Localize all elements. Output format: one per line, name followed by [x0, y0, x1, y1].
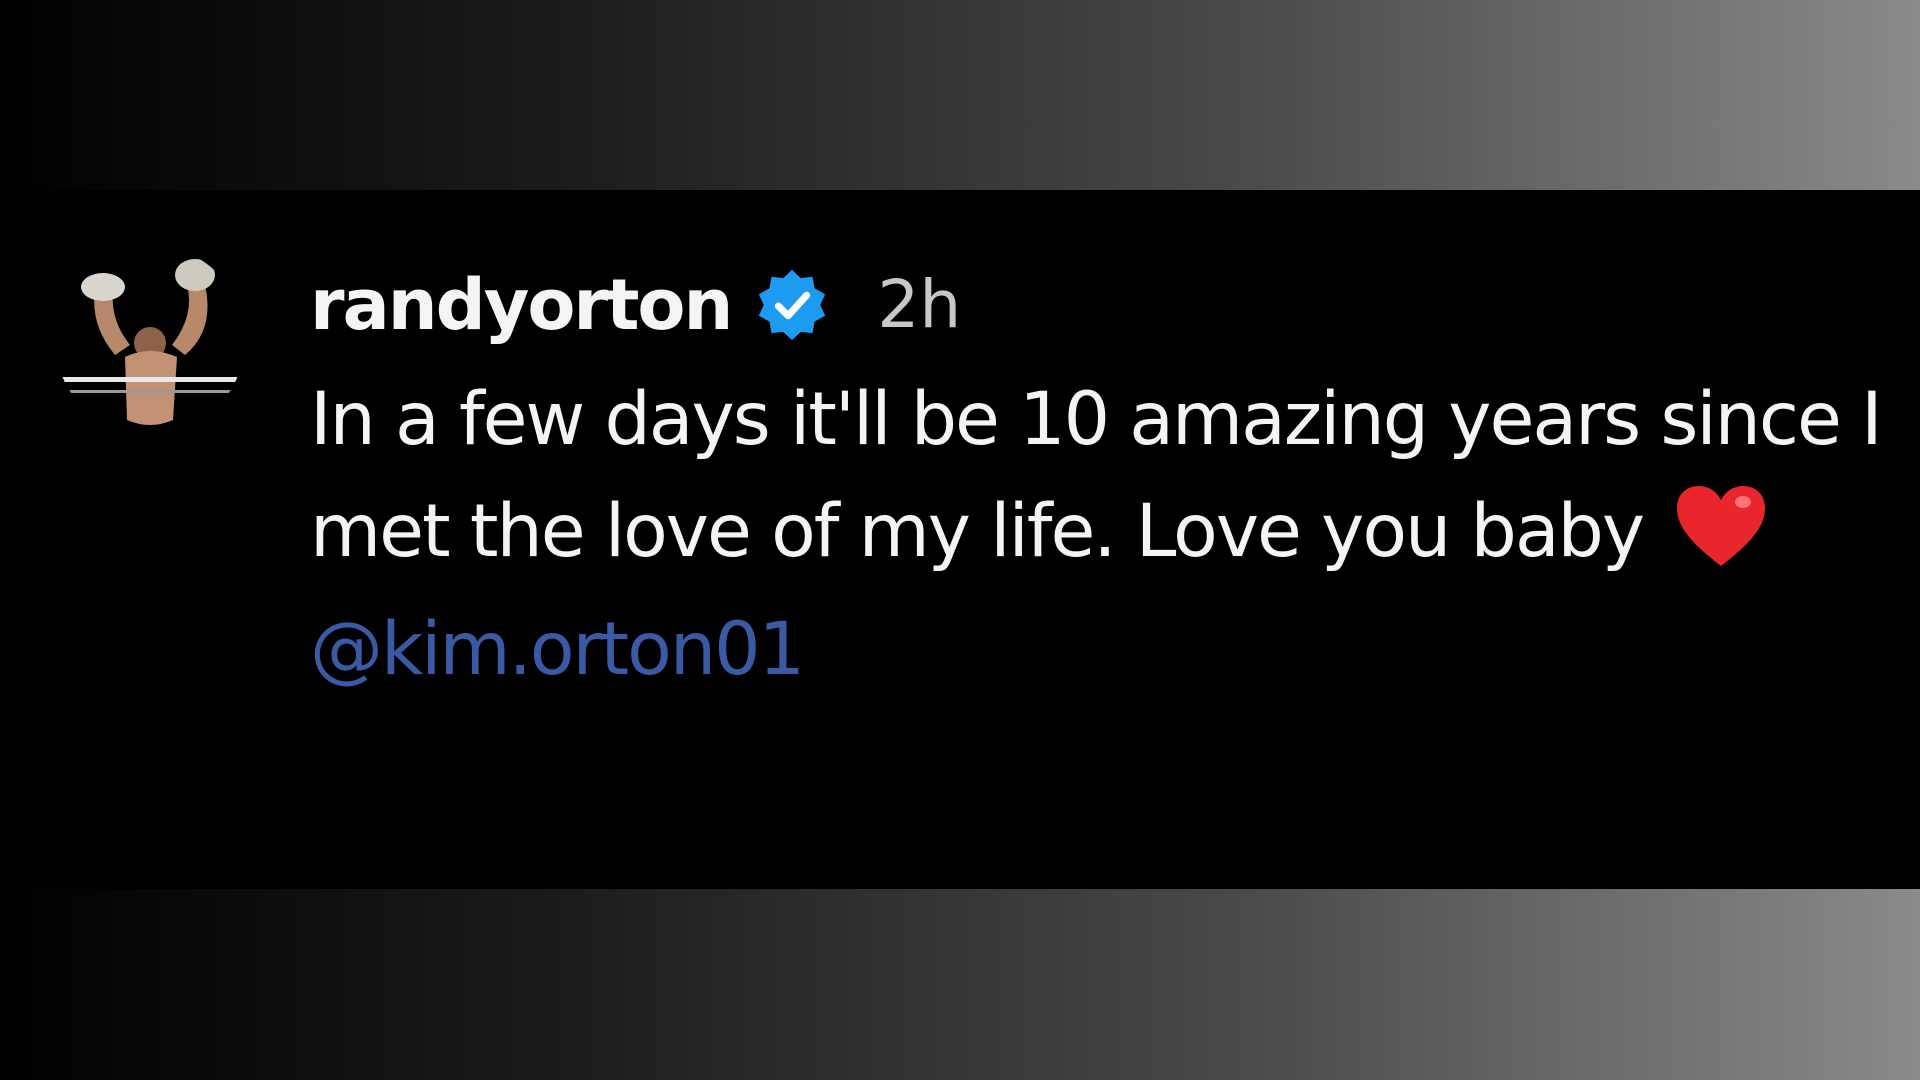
comment-text: In a few days it'll be 10 amazing years …: [310, 364, 1900, 588]
comment-content: randyorton 2h In a few days it'll be 10 …: [310, 260, 1900, 700]
comment-header: randyorton 2h: [310, 260, 1900, 350]
verified-badge-icon: [753, 266, 831, 344]
profile-avatar[interactable]: [55, 245, 245, 435]
caption-text: In a few days it'll be 10 amazing years …: [310, 377, 1883, 574]
post-comment-card: randyorton 2h In a few days it'll be 10 …: [0, 190, 1920, 889]
avatar-wrestler-image: [55, 245, 245, 435]
username-link[interactable]: randyorton: [310, 260, 733, 350]
red-heart-emoji-icon: [1673, 482, 1769, 570]
user-mention-link[interactable]: @kim.orton01: [310, 600, 1900, 700]
post-timestamp: 2h: [877, 266, 962, 343]
